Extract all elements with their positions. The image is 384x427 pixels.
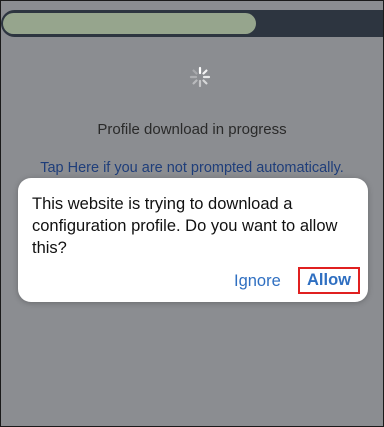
loading-spinner-icon: [188, 65, 212, 89]
screen: Profile download in progress Tap Here if…: [0, 0, 384, 427]
ignore-button[interactable]: Ignore: [234, 272, 281, 291]
download-permission-dialog: This website is trying to download a con…: [18, 178, 368, 302]
dialog-message: This website is trying to download a con…: [32, 195, 338, 257]
progress-bar: [1, 10, 383, 37]
progress-bar-fill: [3, 13, 257, 34]
tap-here-link[interactable]: Tap Here if you are not prompted automat…: [1, 160, 383, 176]
allow-button[interactable]: Allow: [298, 267, 360, 294]
download-status-text: Profile download in progress: [97, 121, 287, 138]
